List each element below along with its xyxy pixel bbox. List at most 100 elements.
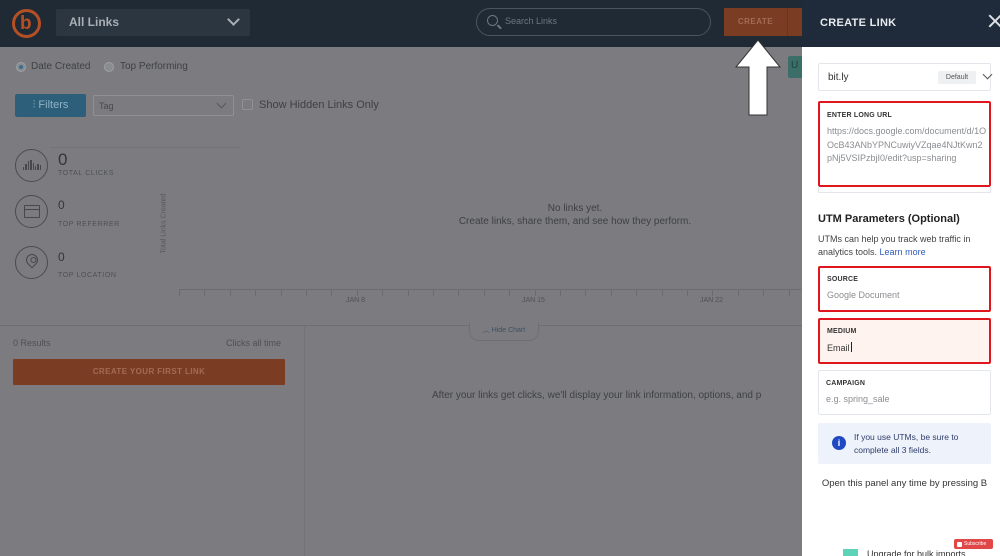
x-axis-tick [229,290,231,296]
utm-info-box: i If you use UTMs, be sure to complete a… [818,423,991,464]
x-axis-tick [661,290,663,296]
long-url-field[interactable]: ENTER LONG URL https://docs.google.com/d… [818,101,991,187]
info-text: If you use UTMs, be sure to complete all… [854,432,959,455]
tag-select[interactable]: Tag [93,95,234,116]
show-hidden-label: Show Hidden Links Only [259,99,379,111]
campaign-label: CAMPAIGN [826,380,866,387]
x-axis-tick [610,290,612,296]
x-axis-tick [483,290,485,296]
x-axis-tick [255,290,257,296]
x-axis-tick [737,290,739,296]
x-axis-tick [407,290,409,296]
x-axis-tick [636,290,638,296]
stat-total-clicks [15,149,48,182]
x-axis-tick [585,290,587,296]
chevron-down-icon [227,13,240,26]
x-axis-tick [458,290,460,296]
domain-value: bit.ly [828,72,849,83]
learn-more-link[interactable]: Learn more [880,247,926,257]
chevron-up-icon: ︿ [482,327,492,334]
upgrade-icon [843,549,858,556]
bar-chart-icon [23,160,41,170]
long-url-label: ENTER LONG URL [827,112,893,119]
chart-x-axis [179,289,801,290]
utm-campaign-field[interactable]: CAMPAIGN e.g. spring_sale [818,370,991,415]
x-axis-tick [382,290,384,296]
create-first-link-button[interactable]: CREATE YOUR FIRST LINK [13,359,285,385]
x-axis-tick [331,290,333,296]
create-link-panel: CREATE LINK bit.ly Default ENTER LONG UR… [802,0,1000,556]
stat-top-referrer [15,195,48,228]
panel-header: CREATE LINK [802,0,1000,47]
x-axis-tick [280,290,282,296]
search-links-input[interactable]: Search Links [476,8,711,36]
link-detail-empty-text: After your links get clicks, we'll displ… [432,390,762,401]
create-button[interactable]: CREATE [724,8,787,36]
create-dropdown-toggle[interactable] [787,8,802,36]
utm-source-field[interactable]: SOURCE Google Document [818,266,991,312]
chevron-down-icon [216,98,227,109]
x-axis-tick [687,290,688,296]
sort-top-performing-label: Top Performing [120,61,188,72]
medium-value[interactable]: Email [827,342,987,356]
search-icon [487,15,498,26]
chevron-down-icon [982,69,993,80]
filters-button[interactable]: ⫶ Filters [15,94,86,117]
chart-empty-subtitle: Create links, share them, and see how th… [458,216,692,227]
panel-title: CREATE LINK [820,17,897,29]
close-icon[interactable] [988,14,1000,28]
links-filter-dropdown[interactable]: All Links [56,9,250,36]
upgrade-label: Upgrade for bulk imports [867,549,966,556]
x-tick-label: JAN 8 [346,297,366,304]
chart-empty-title: No links yet. [547,203,603,214]
chart-y-axis-label: Total Links Created [160,193,168,254]
sort-date-created-radio[interactable] [16,62,26,72]
top-location-value: 0 [58,250,65,264]
show-hidden-checkbox[interactable] [242,99,253,110]
top-referrer-label: TOP REFERRER [58,221,120,228]
default-badge: Default [938,71,976,84]
x-axis-tick [306,290,307,296]
divider [818,186,991,193]
x-axis-tick [356,290,358,296]
links-filter-label: All Links [69,15,120,29]
subscribe-badge[interactable]: Subscribe [954,539,993,549]
medium-label: MEDIUM [827,328,857,335]
x-axis-tick [763,290,765,296]
x-axis-tick [179,290,180,296]
annotation-arrow-icon [734,39,782,116]
utm-description: UTMs can help you track web traffic in a… [818,234,971,257]
stat-top-location [15,246,48,279]
total-clicks-value: 0 [58,150,68,169]
domain-select[interactable]: bit.ly Default [818,63,993,91]
x-axis-tick [788,290,790,296]
source-value[interactable]: Google Document [827,289,987,303]
sort-top-performing-radio[interactable] [104,62,114,72]
list-sort-label[interactable]: Clicks all time [226,338,281,348]
x-axis-tick [433,290,434,296]
text-caret [850,342,852,352]
x-axis-tick [509,290,511,296]
location-pin-icon [23,251,41,269]
tag-select-value: Tag [99,101,114,111]
long-url-value[interactable]: https://docs.google.com/document/d/1OOcB… [827,125,987,166]
x-tick-label: JAN 15 [522,297,545,304]
total-clicks-label: TOTAL CLICKS [58,170,115,177]
x-axis-tick [534,290,536,296]
top-referrer-value: 0 [58,198,65,212]
x-axis-tick [204,290,206,296]
x-axis-tick [560,290,561,296]
x-tick-label: JAN 22 [700,297,723,304]
search-placeholder: Search Links [505,16,558,26]
keyboard-hint: Open this panel any time by pressing B [821,478,988,489]
sort-date-created-label: Date Created [31,61,91,72]
utm-medium-field[interactable]: MEDIUM Email [818,318,991,364]
hide-chart-toggle[interactable]: ︿ Hide Chart [469,323,539,341]
campaign-placeholder[interactable]: e.g. spring_sale [826,393,986,407]
info-icon: i [832,436,846,450]
upgrade-button-peek[interactable]: U [788,56,802,78]
browser-window-icon [24,205,40,218]
upgrade-bulk-imports[interactable]: Upgrade for bulk imports [843,549,993,556]
utm-section-title: UTM Parameters (Optional) [818,213,960,225]
bitly-logo[interactable]: b [12,9,41,38]
